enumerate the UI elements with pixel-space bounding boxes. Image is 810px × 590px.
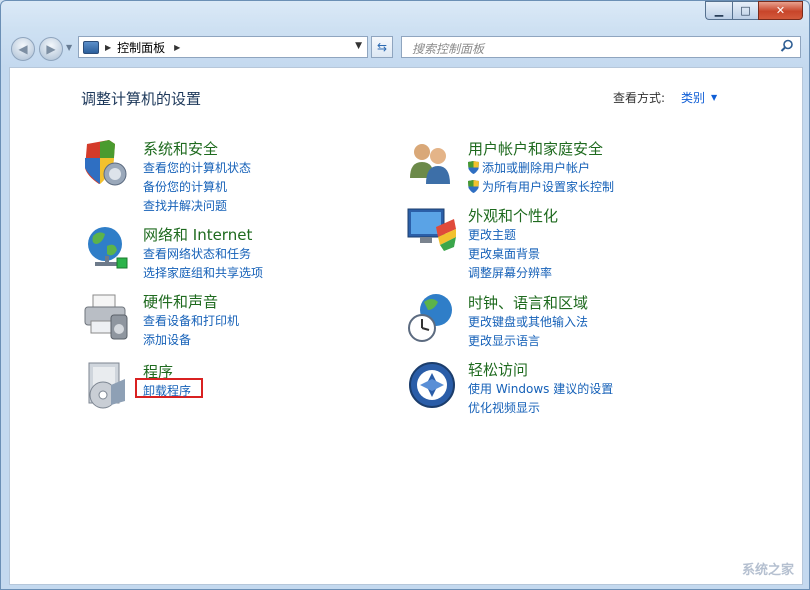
maximize-button[interactable]: □ [732, 1, 758, 20]
minimize-button[interactable]: ▁ [705, 1, 732, 20]
category-title[interactable]: 硬件和声音 [143, 291, 218, 312]
ease-of-access-icon [409, 362, 455, 408]
search-icon[interactable] [780, 39, 794, 53]
page-title: 调整计算机的设置 [81, 90, 202, 108]
watermark-logo: 系统之家 [741, 563, 794, 578]
link-uninstall-program[interactable]: 卸载程序 [143, 382, 191, 399]
breadcrumb-control-panel[interactable]: 控制面板 [117, 39, 165, 56]
caption-buttons: ▁ □ ✕ [705, 1, 803, 20]
forward-button[interactable]: ▶ [39, 37, 63, 61]
arrow-right-icon: ▶ [46, 42, 56, 56]
content-pane: 调整计算机的设置 查看方式: 类别 ▼ 系统和安全 查看您的计算机状态 备份您的… [9, 67, 803, 585]
link-homegroup-sharing[interactable]: 选择家庭组和共享选项 [143, 264, 263, 281]
view-by-label: 查看方式: [613, 91, 666, 105]
refresh-icon: ⇆ [376, 40, 388, 54]
arrow-left-icon: ◀ [18, 42, 28, 56]
view-by-dropdown[interactable]: 类别 [681, 89, 705, 106]
address-dropdown-icon[interactable]: ▼ [355, 41, 362, 51]
link-parental-controls[interactable]: 为所有用户设置家长控制 [468, 178, 614, 195]
search-input[interactable]: 搜索控制面板 [412, 40, 484, 57]
close-button[interactable]: ✕ [758, 1, 803, 20]
link-optimize-video[interactable]: 优化视频显示 [468, 399, 540, 416]
chevron-down-icon[interactable]: ▼ [711, 93, 717, 102]
control-panel-icon [83, 40, 99, 54]
uac-shield-icon [468, 161, 479, 174]
network-globe-icon [88, 227, 128, 269]
link-devices-printers[interactable]: 查看设备和打印机 [143, 312, 239, 329]
breadcrumb-chevron-icon[interactable]: ▶ [105, 43, 111, 52]
link-label: 添加或删除用户帐户 [482, 161, 591, 175]
recent-pages-dropdown[interactable]: ▼ [66, 43, 72, 52]
printer-icon [84, 294, 128, 340]
refresh-button[interactable]: ⇆ [371, 36, 393, 58]
control-panel-window: ▁ □ ✕ ◀ ▶ ▼ ▶ 控制面板 ▶ ▼ ⇆ 搜索控制面板 调整计算机的设置… [0, 0, 810, 590]
link-label: 为所有用户设置家长控制 [482, 180, 615, 194]
clock-globe-icon [408, 294, 452, 342]
link-add-device[interactable]: 添加设备 [143, 331, 191, 348]
address-bar[interactable]: ▶ 控制面板 ▶ ▼ [78, 36, 368, 58]
link-troubleshoot[interactable]: 查找并解决问题 [143, 197, 227, 214]
users-icon [410, 144, 450, 184]
category-title[interactable]: 用户帐户和家庭安全 [468, 138, 603, 159]
category-title[interactable]: 系统和安全 [143, 138, 218, 159]
breadcrumb-chevron-icon[interactable]: ▶ [174, 43, 180, 52]
link-view-computer-status[interactable]: 查看您的计算机状态 [143, 159, 251, 176]
link-keyboard-input[interactable]: 更改键盘或其他输入法 [468, 313, 588, 330]
category-title[interactable]: 网络和 Internet [143, 224, 252, 245]
category-title[interactable]: 外观和个性化 [468, 205, 558, 226]
link-add-remove-users[interactable]: 添加或删除用户帐户 [468, 159, 590, 176]
system-security-shield-icon [85, 140, 127, 186]
link-desktop-background[interactable]: 更改桌面背景 [468, 245, 540, 262]
link-display-language[interactable]: 更改显示语言 [468, 332, 540, 349]
link-windows-recommended-settings[interactable]: 使用 Windows 建议的设置 [468, 380, 613, 397]
monitor-palette-icon [407, 208, 456, 251]
link-backup-computer[interactable]: 备份您的计算机 [143, 178, 227, 195]
uac-shield-icon [468, 180, 479, 193]
link-change-theme[interactable]: 更改主题 [468, 226, 516, 243]
category-title[interactable]: 时钟、语言和区域 [468, 292, 588, 313]
link-network-status[interactable]: 查看网络状态和任务 [143, 245, 251, 262]
search-box[interactable]: 搜索控制面板 [401, 36, 801, 58]
back-button[interactable]: ◀ [11, 37, 35, 61]
category-title[interactable]: 轻松访问 [468, 359, 528, 380]
programs-disc-icon [88, 362, 125, 409]
link-screen-resolution[interactable]: 调整屏幕分辨率 [468, 264, 552, 281]
